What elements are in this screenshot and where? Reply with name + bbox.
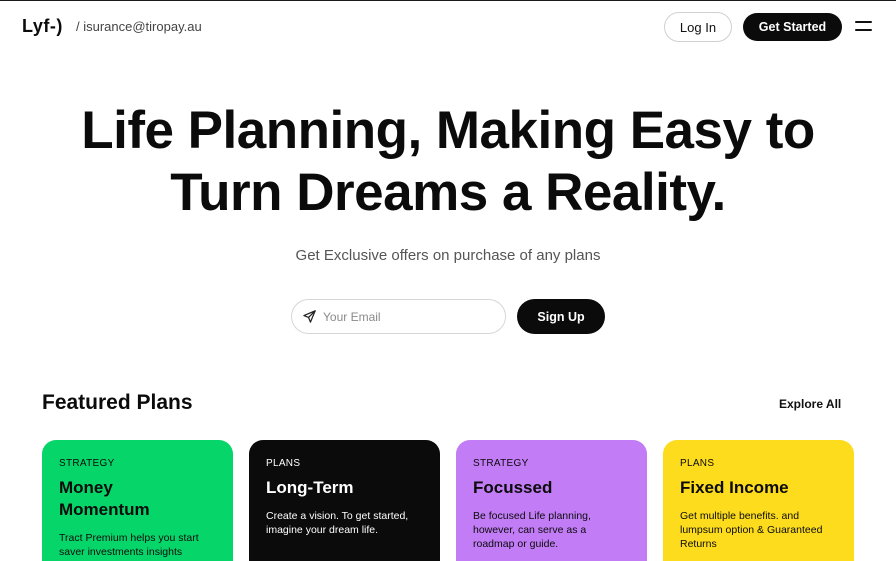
plan-name: Money Momentum bbox=[59, 477, 216, 521]
plan-name-line1: Money bbox=[59, 478, 113, 497]
plan-card-fixed-income[interactable]: PLANS Fixed Income Get multiple benefits… bbox=[663, 440, 854, 561]
sign-up-button[interactable]: Sign Up bbox=[517, 299, 605, 334]
login-button[interactable]: Log In bbox=[664, 12, 732, 42]
featured-plans-title: Featured Plans bbox=[42, 391, 193, 414]
hero-title-line2: Turn Dreams a Reality. bbox=[170, 163, 726, 222]
plan-name: Focussed bbox=[473, 478, 553, 497]
email-breadcrumb[interactable]: / isurance@tiropay.au bbox=[76, 19, 202, 34]
plan-name-line2: Momentum bbox=[59, 500, 150, 519]
plan-category: STRATEGY bbox=[59, 458, 115, 469]
email-input[interactable] bbox=[323, 309, 493, 324]
plan-category: PLANS bbox=[266, 458, 301, 469]
plan-description: Be focused Life planning, however, can s… bbox=[473, 510, 591, 550]
logo[interactable]: Lyf-) bbox=[22, 16, 63, 37]
plan-description: Get multiple benefits. and lumpsum optio… bbox=[680, 510, 823, 550]
get-started-button[interactable]: Get Started bbox=[743, 13, 842, 41]
explore-all-link[interactable]: Explore All bbox=[779, 397, 841, 411]
plan-category: STRATEGY bbox=[473, 458, 529, 469]
menu-bar bbox=[855, 21, 872, 23]
plan-name: Fixed Income bbox=[680, 478, 789, 497]
hero-title-line1: Life Planning, Making Easy to bbox=[81, 101, 815, 160]
menu-bar bbox=[855, 29, 872, 31]
hero-subtitle: Get Exclusive offers on purchase of any … bbox=[295, 247, 601, 264]
plan-card-focussed[interactable]: STRATEGY Focussed Be focused Life planni… bbox=[456, 440, 647, 561]
plan-description: Create a vision. To get started, imagine… bbox=[266, 510, 409, 536]
plan-category: PLANS bbox=[680, 458, 715, 469]
plan-card-money-momentum[interactable]: STRATEGY Money Momentum Tract Premium he… bbox=[42, 440, 233, 561]
plan-description: Tract Premium helps you start saver inve… bbox=[59, 532, 199, 558]
top-border bbox=[0, 0, 896, 1]
plan-name: Long-Term bbox=[266, 478, 354, 497]
hero-title: Life Planning, Making Easy to Turn Dream… bbox=[0, 100, 896, 224]
send-icon bbox=[303, 310, 316, 323]
email-field[interactable] bbox=[291, 299, 506, 334]
hamburger-menu-icon[interactable] bbox=[855, 21, 872, 33]
plan-card-long-term[interactable]: PLANS Long-Term Create a vision. To get … bbox=[249, 440, 440, 561]
